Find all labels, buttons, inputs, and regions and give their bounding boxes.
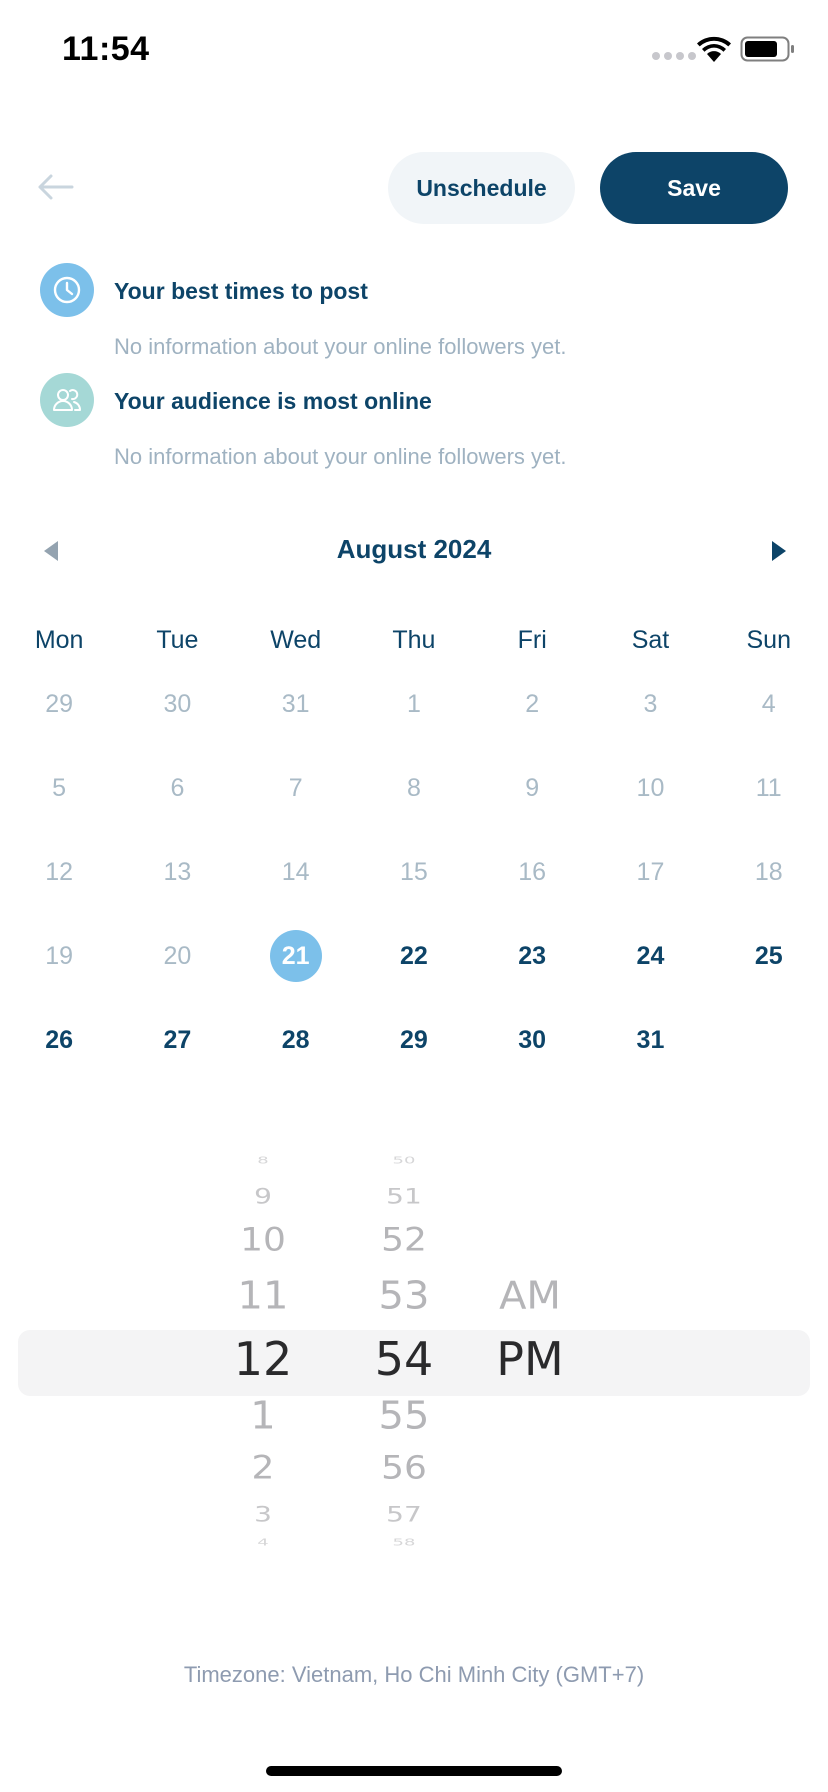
hour-wheel[interactable]: 8 9 10 11 12 1 2 3 4 — [213, 1140, 313, 1580]
best-times-subtitle: No information about your online followe… — [114, 334, 567, 359]
status-bar: 11:54 — [0, 0, 828, 100]
calendar-day[interactable]: 10 — [591, 760, 709, 816]
minute-option[interactable]: 57 — [354, 1502, 454, 1527]
next-month-button[interactable] — [766, 538, 790, 564]
unschedule-button[interactable]: Unschedule — [388, 152, 575, 224]
hour-option[interactable]: 4 — [213, 1537, 313, 1549]
audience-badge — [40, 373, 94, 427]
hour-option[interactable]: 10 — [213, 1222, 313, 1258]
back-button[interactable] — [30, 165, 80, 209]
calendar-day[interactable]: 17 — [591, 844, 709, 900]
ampm-option-selected[interactable]: PM — [480, 1332, 580, 1386]
calendar-day[interactable]: 22 — [355, 928, 473, 984]
clock-icon — [53, 276, 81, 304]
calendar-week: 29 30 31 1 2 3 4 — [0, 662, 828, 746]
calendar-day-empty — [710, 1012, 828, 1068]
minute-option[interactable]: 51 — [354, 1184, 454, 1209]
ampm-wheel[interactable]: AM PM — [480, 1140, 580, 1580]
arrow-left-icon — [38, 174, 74, 200]
audience-title: Your audience is most online — [114, 388, 432, 414]
calendar-day[interactable]: 5 — [0, 760, 118, 816]
status-time: 11:54 — [62, 30, 150, 68]
calendar-day[interactable]: 9 — [473, 760, 591, 816]
timezone-label: Timezone: Vietnam, Ho Chi Minh City (GMT… — [183, 1662, 645, 1687]
minute-option[interactable]: 52 — [354, 1222, 454, 1258]
cellular-signal-icon — [652, 52, 696, 60]
calendar-day[interactable]: 8 — [355, 760, 473, 816]
triangle-right-icon — [772, 541, 786, 561]
weekday-label: Sat — [631, 625, 670, 654]
weekday-label: Wed — [270, 625, 322, 654]
minute-option[interactable]: 50 — [354, 1155, 454, 1167]
weekday-label: Fri — [517, 625, 547, 654]
best-times-badge — [40, 263, 94, 317]
calendar-day[interactable]: 7 — [237, 760, 355, 816]
calendar-week: 26 27 28 29 30 31 — [0, 998, 828, 1082]
calendar-day[interactable]: 27 — [118, 1012, 236, 1068]
calendar-week: 5 6 7 8 9 10 11 — [0, 746, 828, 830]
minute-wheel[interactable]: 50 51 52 53 54 55 56 57 58 — [354, 1140, 454, 1580]
calendar-day[interactable]: 1 — [355, 676, 473, 732]
hour-option[interactable]: 2 — [213, 1450, 313, 1486]
calendar-day[interactable]: 25 — [710, 928, 828, 984]
people-icon — [53, 389, 81, 411]
calendar-day[interactable]: 15 — [355, 844, 473, 900]
calendar-day[interactable]: 2 — [473, 676, 591, 732]
hour-option[interactable]: 9 — [213, 1184, 313, 1209]
home-indicator[interactable] — [266, 1766, 562, 1776]
calendar-day[interactable]: 18 — [710, 844, 828, 900]
calendar-day[interactable]: 30 — [118, 676, 236, 732]
minute-option-selected[interactable]: 54 — [354, 1332, 454, 1386]
calendar-day-selected[interactable]: 21 — [237, 928, 355, 984]
hour-option[interactable]: 3 — [213, 1502, 313, 1527]
weekday-label: Sun — [746, 625, 791, 654]
calendar-week: 19 20 21 22 23 24 25 — [0, 914, 828, 998]
calendar-day[interactable]: 3 — [591, 676, 709, 732]
minute-option[interactable]: 56 — [354, 1450, 454, 1486]
calendar-grid: Mon Tue Wed Thu Fri Sat Sun 29 30 31 1 2… — [0, 620, 828, 1082]
calendar-day[interactable]: 16 — [473, 844, 591, 900]
save-button[interactable]: Save — [600, 152, 788, 224]
minute-option[interactable]: 55 — [354, 1394, 454, 1438]
minute-option[interactable]: 58 — [354, 1537, 454, 1549]
hour-option[interactable]: 8 — [213, 1155, 313, 1167]
weekday-label: Thu — [392, 625, 436, 654]
minute-option[interactable]: 53 — [354, 1274, 454, 1318]
calendar-day[interactable]: 28 — [237, 1012, 355, 1068]
ampm-option[interactable]: AM — [480, 1274, 580, 1318]
hour-option-selected[interactable]: 12 — [213, 1332, 313, 1386]
calendar-day[interactable]: 12 — [0, 844, 118, 900]
calendar-day[interactable]: 23 — [473, 928, 591, 984]
weekday-header: Mon Tue Wed Thu Fri Sat Sun — [0, 620, 828, 660]
calendar-day[interactable]: 24 — [591, 928, 709, 984]
calendar-day[interactable]: 30 — [473, 1012, 591, 1068]
hour-option[interactable]: 1 — [213, 1394, 313, 1438]
calendar-day[interactable]: 29 — [0, 676, 118, 732]
calendar-week: 12 13 14 15 16 17 18 — [0, 830, 828, 914]
calendar-day[interactable]: 14 — [237, 844, 355, 900]
weekday-label: Mon — [34, 625, 84, 654]
calendar-day[interactable]: 29 — [355, 1012, 473, 1068]
calendar-day[interactable]: 19 — [0, 928, 118, 984]
calendar-day[interactable]: 26 — [0, 1012, 118, 1068]
calendar-day[interactable]: 4 — [710, 676, 828, 732]
calendar-day[interactable]: 20 — [118, 928, 236, 984]
hour-option[interactable]: 11 — [213, 1274, 313, 1318]
best-times-title: Your best times to post — [114, 278, 368, 304]
calendar-day[interactable]: 31 — [591, 1012, 709, 1068]
calendar-day[interactable]: 31 — [237, 676, 355, 732]
wifi-icon — [697, 36, 731, 62]
calendar-day[interactable]: 6 — [118, 760, 236, 816]
calendar-day[interactable]: 11 — [710, 760, 828, 816]
weekday-label: Tue — [156, 625, 199, 654]
calendar-day[interactable]: 13 — [118, 844, 236, 900]
month-title: August 2024 — [336, 534, 492, 564]
audience-subtitle: No information about your online followe… — [114, 444, 567, 469]
battery-icon — [740, 36, 794, 62]
